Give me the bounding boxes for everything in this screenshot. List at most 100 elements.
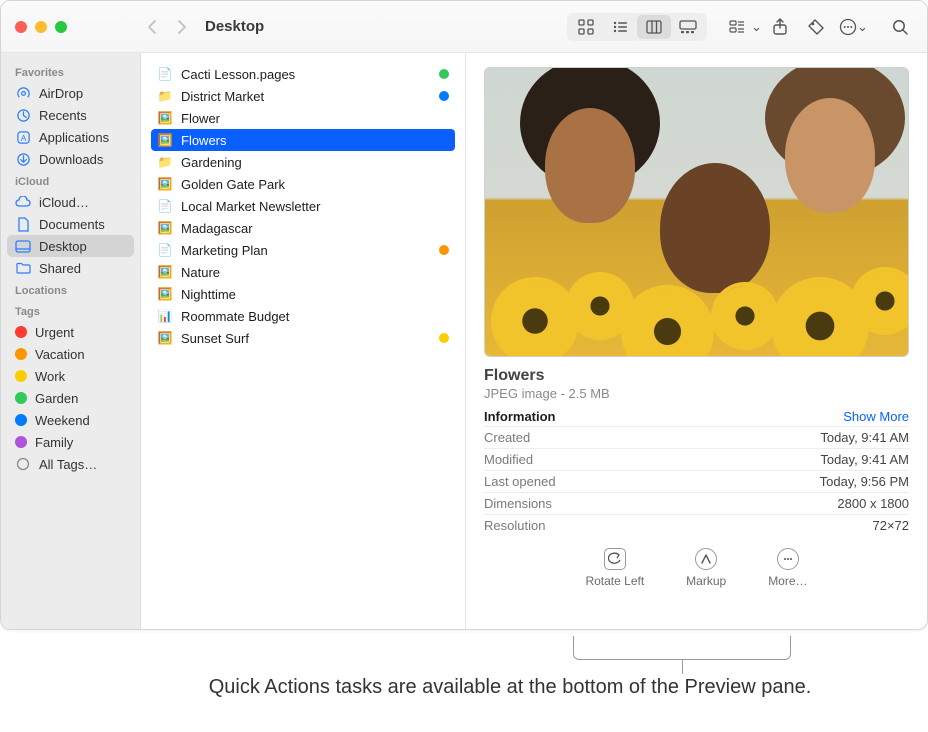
file-tag-icon	[439, 69, 449, 79]
sidebar-tag-all[interactable]: All Tags…	[1, 453, 140, 475]
file-row[interactable]: 🖼️Nighttime	[151, 283, 455, 305]
file-row[interactable]: 📁Gardening	[151, 151, 455, 173]
sidebar-label: Work	[35, 369, 65, 384]
list-view-button[interactable]	[603, 15, 637, 39]
file-tag-icon	[439, 245, 449, 255]
quick-actions: Rotate Left Markup More…	[484, 548, 909, 588]
sidebar-tag-family[interactable]: Family	[1, 431, 140, 453]
file-row[interactable]: 🖼️Golden Gate Park	[151, 173, 455, 195]
file-icon: 📁	[157, 88, 173, 104]
markup-action[interactable]: Markup	[686, 548, 726, 588]
sidebar-label: Shared	[39, 261, 81, 276]
file-name: Marketing Plan	[181, 243, 431, 258]
file-row[interactable]: 📄Cacti Lesson.pages	[151, 63, 455, 85]
file-row[interactable]: 🖼️Madagascar	[151, 217, 455, 239]
show-more-button[interactable]: Show More	[843, 409, 909, 424]
sidebar-item-desktop[interactable]: Desktop	[7, 235, 134, 257]
file-row[interactable]: 🖼️Flowers	[151, 129, 455, 151]
sidebar-item-downloads[interactable]: Downloads	[1, 148, 140, 170]
bracket-stem	[682, 660, 683, 674]
column-view-button[interactable]	[637, 15, 671, 39]
folder-icon	[15, 260, 31, 276]
info-row: Resolution72×72	[484, 514, 909, 536]
finder-window: Desktop ⌄	[0, 0, 928, 630]
more-action[interactable]: More…	[768, 548, 807, 588]
sidebar-tag-garden[interactable]: Garden	[1, 387, 140, 409]
file-icon: 🖼️	[157, 110, 173, 126]
gallery-view-button[interactable]	[671, 15, 705, 39]
file-row[interactable]: 🖼️Sunset Surf	[151, 327, 455, 349]
sidebar-label: Family	[35, 435, 73, 450]
preview-image[interactable]	[484, 67, 909, 357]
sidebar-item-airdrop[interactable]: AirDrop	[1, 82, 140, 104]
icon-view-button[interactable]	[569, 15, 603, 39]
close-icon[interactable]	[15, 21, 27, 33]
info-row: CreatedToday, 9:41 AM	[484, 426, 909, 448]
file-name: Golden Gate Park	[181, 177, 449, 192]
share-button[interactable]	[763, 13, 797, 41]
sidebar-item-recents[interactable]: Recents	[1, 104, 140, 126]
file-name: Gardening	[181, 155, 449, 170]
file-row[interactable]: 🖼️Flower	[151, 107, 455, 129]
minimize-icon[interactable]	[35, 21, 47, 33]
rotate-left-action[interactable]: Rotate Left	[585, 548, 644, 588]
file-row[interactable]: 📁District Market	[151, 85, 455, 107]
info-row: Dimensions2800 x 1800	[484, 492, 909, 514]
file-icon: 🖼️	[157, 286, 173, 302]
titlebar: Desktop ⌄	[1, 1, 927, 53]
file-name: Local Market Newsletter	[181, 199, 449, 214]
sidebar-item-applications[interactable]: A Applications	[1, 126, 140, 148]
zoom-icon[interactable]	[55, 21, 67, 33]
file-row[interactable]: 📄 Marketing Plan	[151, 239, 455, 261]
cloud-icon	[15, 194, 31, 210]
info-row: Last openedToday, 9:56 PM	[484, 470, 909, 492]
preview-pane: Flowers JPEG image - 2.5 MB Information …	[466, 53, 927, 629]
file-icon: 📄	[157, 198, 173, 214]
sidebar-item-icloud[interactable]: iCloud…	[1, 191, 140, 213]
qa-label: Markup	[686, 574, 726, 588]
info-row: ModifiedToday, 9:41 AM	[484, 448, 909, 470]
info-key: Resolution	[484, 518, 545, 533]
sidebar-tag-urgent[interactable]: Urgent	[1, 321, 140, 343]
caption-text: Quick Actions tasks are available at the…	[160, 674, 860, 701]
file-row[interactable]: 📊Roommate Budget	[151, 305, 455, 327]
sidebar-label: Documents	[39, 217, 105, 232]
file-row[interactable]: 🖼️Nature	[151, 261, 455, 283]
sidebar-tag-work[interactable]: Work	[1, 365, 140, 387]
file-row[interactable]: 📄 Local Market Newsletter	[151, 195, 455, 217]
clock-icon	[15, 107, 31, 123]
desktop-icon	[15, 238, 31, 254]
info-value: 2800 x 1800	[837, 496, 909, 511]
sidebar-label: Applications	[39, 130, 109, 145]
sidebar-item-shared[interactable]: Shared	[1, 257, 140, 279]
applications-icon: A	[15, 129, 31, 145]
group-button[interactable]: ⌄	[727, 13, 761, 41]
back-button[interactable]	[141, 15, 165, 39]
file-icon: 🖼️	[157, 330, 173, 346]
info-table: CreatedToday, 9:41 AM ModifiedToday, 9:4…	[484, 426, 909, 536]
sidebar-tag-weekend[interactable]: Weekend	[1, 409, 140, 431]
file-name: Nature	[181, 265, 449, 280]
window-body: Favorites AirDrop Recents AApplications …	[1, 53, 927, 629]
info-label: Information	[484, 409, 556, 424]
sidebar-section-favorites: Favorites	[1, 61, 140, 82]
toolbar: ⌄ ⌄	[567, 13, 927, 41]
window-title: Desktop	[205, 18, 264, 35]
file-icon: 📄	[157, 242, 173, 258]
forward-button[interactable]	[169, 15, 193, 39]
qa-label: More…	[768, 574, 807, 588]
info-key: Last opened	[484, 474, 556, 489]
preview-title: Flowers	[484, 367, 909, 385]
search-button[interactable]	[883, 13, 917, 41]
sidebar-label: iCloud…	[39, 195, 89, 210]
all-tags-icon	[15, 456, 31, 472]
more-button[interactable]: ⌄	[835, 13, 869, 41]
window-controls	[1, 21, 141, 33]
file-icon: 🖼️	[157, 132, 173, 148]
sidebar-item-documents[interactable]: Documents	[1, 213, 140, 235]
tags-button[interactable]	[799, 13, 833, 41]
sidebar-label: Recents	[39, 108, 87, 123]
airdrop-icon	[15, 85, 31, 101]
sidebar-tag-vacation[interactable]: Vacation	[1, 343, 140, 365]
sidebar-label: Vacation	[35, 347, 85, 362]
